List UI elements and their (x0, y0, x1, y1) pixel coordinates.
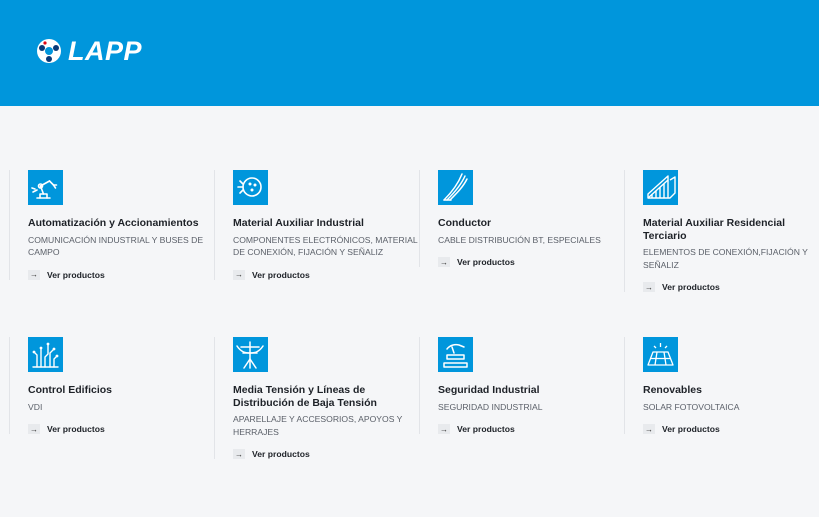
arrow-right-icon: → (233, 269, 245, 280)
view-products-link[interactable]: → Ver productos (438, 424, 624, 434)
category-card[interactable]: Renovables SOLAR FOTOVOLTAICA → Ver prod… (624, 337, 819, 434)
view-products-label: Ver productos (457, 424, 515, 434)
category-card[interactable]: Automatización y Accionamientos COMUNICA… (9, 170, 214, 280)
category-title: Automatización y Accionamientos (28, 217, 199, 229)
arrow-right-icon: → (643, 424, 655, 434)
view-products-link[interactable]: → Ver productos (28, 269, 214, 280)
category-description: SOLAR FOTOVOLTAICA (643, 401, 740, 412)
category-description: COMPONENTES ELECTRÓNICOS, MATERIAL DE CO… (233, 234, 418, 258)
category-title: Media Tensión y Líneas de Distribución d… (233, 384, 377, 409)
arrow-right-icon: → (438, 424, 450, 434)
circuit-icon (28, 337, 63, 372)
category-description: COMUNICACIÓN INDUSTRIAL Y BUSES DE CAMPO (28, 234, 204, 258)
category-title: Material Auxiliar Residencial Terciario (643, 217, 786, 242)
category-description: VDI (28, 401, 43, 412)
category-card[interactable]: Seguridad Industrial SEGURIDAD INDUSTRIA… (419, 337, 624, 434)
view-products-link[interactable]: → Ver productos (438, 257, 624, 267)
arrow-right-icon: → (28, 424, 40, 434)
view-products-link[interactable]: → Ver productos (233, 449, 419, 459)
arrow-right-icon: → (643, 282, 655, 292)
category-description: APARELLAJE Y ACCESORIOS, APOYOS Y HERRAJ… (233, 414, 403, 437)
category-card[interactable]: Control Edificios VDI → Ver productos (9, 337, 214, 434)
category-card[interactable]: Material Auxiliar Industrial COMPONENTES… (214, 170, 419, 280)
view-products-label: Ver productos (457, 257, 515, 267)
view-products-label: Ver productos (662, 282, 720, 292)
connector-plug-icon (233, 170, 268, 205)
category-description: ELEMENTOS DE CONEXIÓN,FIJACIÓN Y SEÑALIZ (643, 247, 808, 270)
view-products-link[interactable]: → Ver productos (643, 282, 819, 292)
power-pole-icon (233, 337, 268, 372)
view-products-link[interactable]: → Ver productos (643, 424, 819, 434)
arrow-right-icon: → (28, 269, 40, 280)
view-products-label: Ver productos (47, 424, 105, 434)
view-products-label: Ver productos (252, 449, 310, 459)
cable-tray-icon (643, 170, 678, 205)
category-card[interactable]: Media Tensión y Líneas de Distribución d… (214, 337, 419, 459)
category-description: CABLE DISTRIBUCIÓN BT, ESPECIALES (438, 234, 601, 245)
category-title: Conductor (438, 217, 492, 229)
category-card[interactable]: Conductor CABLE DISTRIBUCIÓN BT, ESPECIA… (419, 170, 624, 267)
category-title: Seguridad Industrial (438, 384, 540, 396)
view-products-label: Ver productos (662, 424, 720, 434)
category-title: Renovables (643, 384, 702, 396)
view-products-label: Ver productos (47, 269, 105, 280)
arrow-right-icon: → (438, 257, 450, 267)
view-products-link[interactable]: → Ver productos (233, 269, 419, 280)
category-grid: Automatización y Accionamientos COMUNICA… (0, 106, 819, 517)
cable-strands-icon (438, 170, 473, 205)
category-title: Control Edificios (28, 384, 112, 396)
hand-press-icon (438, 337, 473, 372)
category-card[interactable]: Material Auxiliar Residencial Terciario … (624, 170, 819, 292)
arrow-right-icon: → (233, 449, 245, 459)
brand-name: LAPP (68, 36, 143, 66)
lapp-ball-logo-icon (37, 39, 61, 63)
site-header: LAPP (0, 0, 819, 106)
solar-panel-icon (643, 337, 678, 372)
view-products-label: Ver productos (252, 269, 310, 280)
category-description: SEGURIDAD INDUSTRIAL (438, 401, 543, 412)
view-products-link[interactable]: → Ver productos (28, 424, 214, 434)
robot-arm-icon (28, 170, 63, 205)
lapp-logo[interactable]: LAPP (36, 37, 142, 65)
category-title: Material Auxiliar Industrial (233, 217, 364, 229)
